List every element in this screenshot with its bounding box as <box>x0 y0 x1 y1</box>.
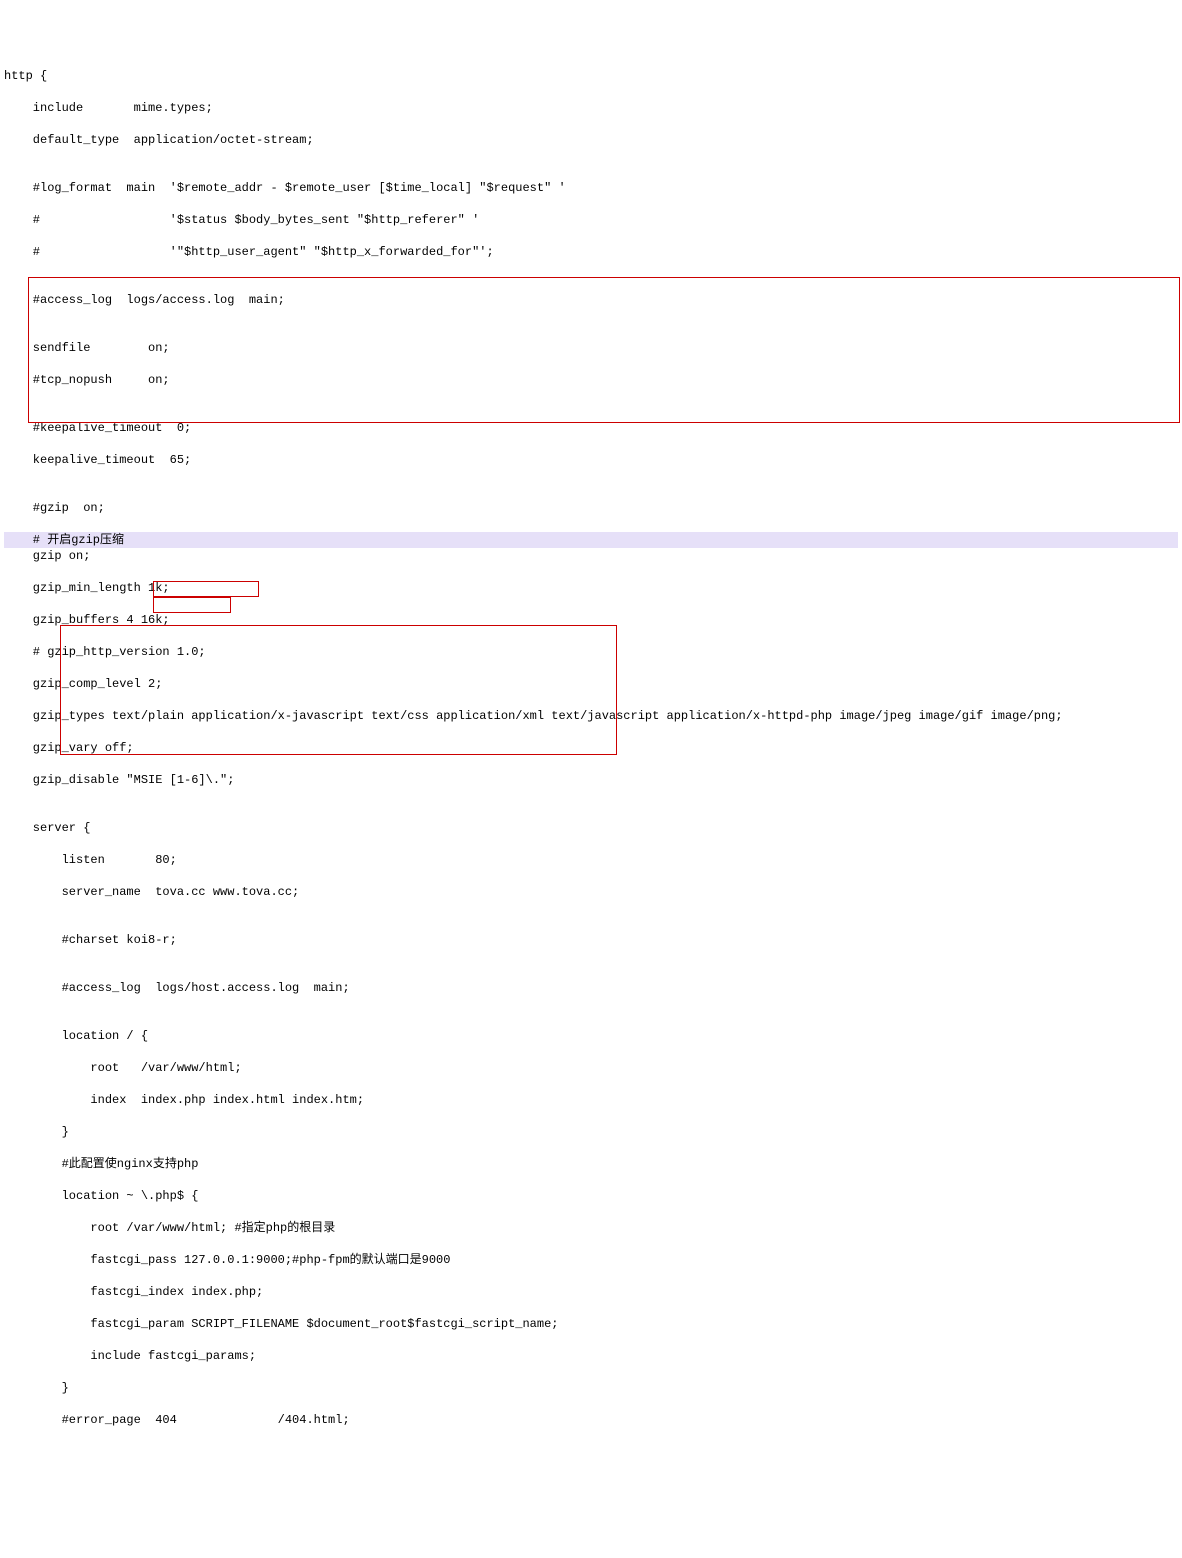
code-line: #tcp_nopush on; <box>4 372 1178 388</box>
code-line: } <box>4 1380 1178 1396</box>
code-line: gzip_min_length 1k; <box>4 580 1178 596</box>
code-line: location ~ \.php$ { <box>4 1188 1178 1204</box>
code-line: root /var/www/html; #指定php的根目录 <box>4 1220 1178 1236</box>
code-line: #access_log logs/host.access.log main; <box>4 980 1178 996</box>
code-line: #此配置使nginx支持php <box>4 1156 1178 1172</box>
code-line: include fastcgi_params; <box>4 1348 1178 1364</box>
code-line: gzip_disable "MSIE [1-6]\."; <box>4 772 1178 788</box>
code-line: #gzip on; <box>4 500 1178 516</box>
code-line: sendfile on; <box>4 340 1178 356</box>
code-line: # '$status $body_bytes_sent "$http_refer… <box>4 212 1178 228</box>
code-line: server_name tova.cc www.tova.cc; <box>4 884 1178 900</box>
code-line: index index.php index.html index.htm; <box>4 1092 1178 1108</box>
code-line: include mime.types; <box>4 100 1178 116</box>
code-line: fastcgi_index index.php; <box>4 1284 1178 1300</box>
code-line: gzip_comp_level 2; <box>4 676 1178 692</box>
code-line: #charset koi8-r; <box>4 932 1178 948</box>
code-line: http { <box>4 68 1178 84</box>
code-line: fastcgi_pass 127.0.0.1:9000;#php-fpm的默认端… <box>4 1252 1178 1268</box>
code-line: gzip_vary off; <box>4 740 1178 756</box>
code-line: fastcgi_param SCRIPT_FILENAME $document_… <box>4 1316 1178 1332</box>
code-line: gzip_buffers 4 16k; <box>4 612 1178 628</box>
code-line: #log_format main '$remote_addr - $remote… <box>4 180 1178 196</box>
code-line: gzip on; <box>4 548 1178 564</box>
code-line: server { <box>4 820 1178 836</box>
code-line: root /var/www/html; <box>4 1060 1178 1076</box>
code-line: } <box>4 1124 1178 1140</box>
code-line-current: # 开启gzip压缩 <box>4 532 1178 548</box>
code-line: gzip_types text/plain application/x-java… <box>4 708 1178 724</box>
code-line: location / { <box>4 1028 1178 1044</box>
code-line: default_type application/octet-stream; <box>4 132 1178 148</box>
code-line: # '"$http_user_agent" "$http_x_forwarded… <box>4 244 1178 260</box>
code-line: #error_page 404 /404.html; <box>4 1412 1178 1428</box>
code-line: #keepalive_timeout 0; <box>4 420 1178 436</box>
highlight-box-index <box>153 597 231 613</box>
code-line: keepalive_timeout 65; <box>4 452 1178 468</box>
code-line: listen 80; <box>4 852 1178 868</box>
code-line: # gzip_http_version 1.0; <box>4 644 1178 660</box>
code-line: #access_log logs/access.log main; <box>4 292 1178 308</box>
